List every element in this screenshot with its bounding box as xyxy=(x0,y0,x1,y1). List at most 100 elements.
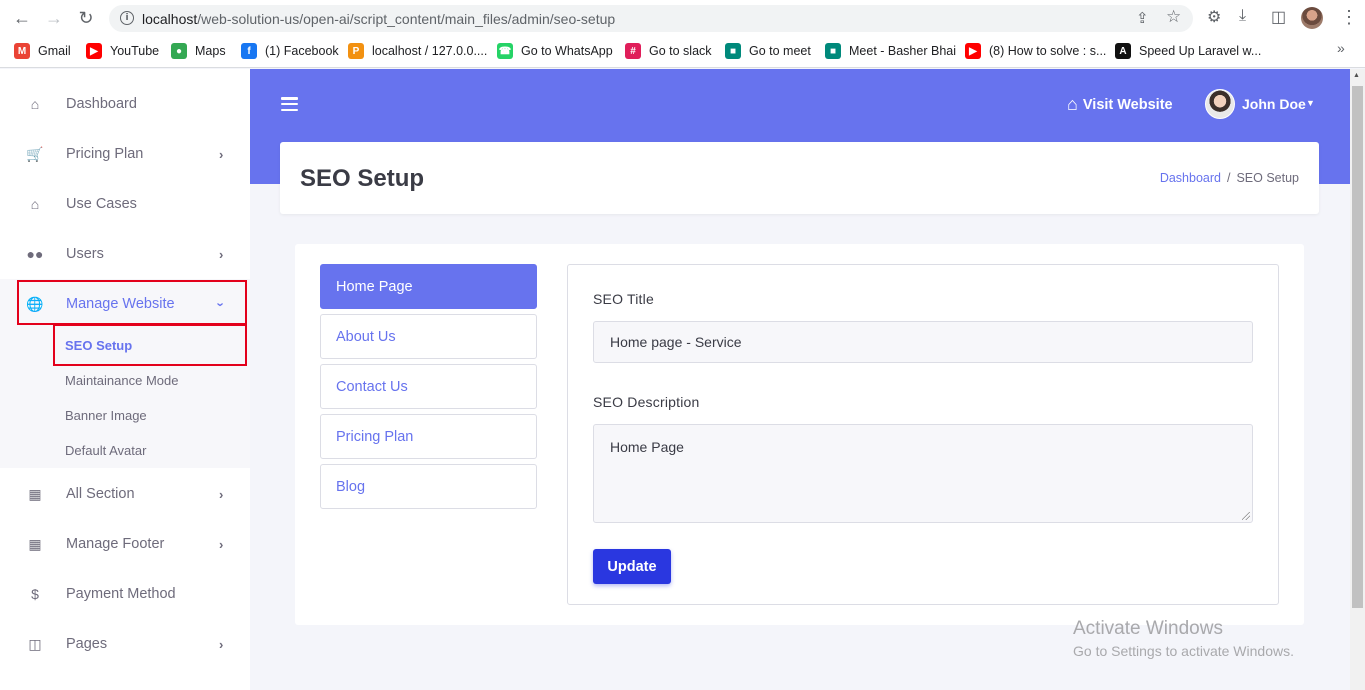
visit-website-link[interactable]: ⌂ Visit Website xyxy=(1067,94,1173,115)
bookmark-label: (1) Facebook xyxy=(265,44,339,58)
site-info-icon[interactable]: i xyxy=(120,11,134,25)
chevron-right-icon: › xyxy=(219,146,224,162)
bookmark-item[interactable]: ● Maps xyxy=(171,42,226,60)
sidebar-item-pricing-plan[interactable]: 🛒 Pricing Plan › xyxy=(0,129,250,179)
menu-toggle-icon[interactable] xyxy=(281,97,298,111)
meet-icon: ■ xyxy=(725,43,741,59)
resize-handle-icon[interactable] xyxy=(1242,512,1250,520)
page-title-card: SEO Setup Dashboard / SEO Setup xyxy=(280,142,1319,214)
dollar-icon: $ xyxy=(31,586,39,602)
submenu-item-banner-image[interactable]: Banner Image xyxy=(65,408,147,423)
bookmark-item[interactable]: A Speed Up Laravel w... xyxy=(1115,42,1261,60)
user-avatar[interactable] xyxy=(1205,89,1235,119)
seo-title-label: SEO Title xyxy=(593,291,654,307)
bookmark-label: Go to meet xyxy=(749,44,811,58)
home-icon: ⌂ xyxy=(30,96,40,112)
breadcrumb-dashboard-link[interactable]: Dashboard xyxy=(1160,171,1221,185)
slack-icon: # xyxy=(625,43,641,59)
sidebar-item-label: Payment Method xyxy=(66,586,176,602)
bookmark-star-icon[interactable]: ☆ xyxy=(1166,7,1181,27)
maps-icon: ● xyxy=(171,43,187,59)
browser-profile-avatar[interactable] xyxy=(1301,7,1323,29)
bookmark-label: Speed Up Laravel w... xyxy=(1139,44,1262,58)
update-button[interactable]: Update xyxy=(593,549,671,584)
breadcrumb-current: SEO Setup xyxy=(1236,171,1299,185)
download-icon[interactable]: ⤓ xyxy=(1239,7,1246,25)
chevron-right-icon: › xyxy=(219,636,224,652)
submenu-item-maintainance-mode[interactable]: Maintainance Mode xyxy=(65,373,178,388)
submenu-item-default-avatar[interactable]: Default Avatar xyxy=(65,443,146,458)
bookmark-label: (8) How to solve : s... xyxy=(989,44,1107,58)
user-name[interactable]: John Doe xyxy=(1242,96,1306,112)
bookmark-label: Meet - Basher Bhai xyxy=(849,44,956,58)
cart-icon: 🛒 xyxy=(26,145,44,162)
seo-title-input[interactable]: Home page - Service xyxy=(593,321,1253,363)
meet-icon: ■ xyxy=(825,43,841,59)
scrollbar-thumb[interactable] xyxy=(1352,86,1363,608)
sidebar-item-all-section[interactable]: ▦ All Section › xyxy=(0,469,250,519)
sidebar-item-label: Use Cases xyxy=(66,196,137,212)
sidebar-item-manage-footer[interactable]: ▦ Manage Footer › xyxy=(0,519,250,569)
browser-toolbar: ← → ↻ i localhost/web-solution-us/open-a… xyxy=(0,0,1365,36)
side-panel-icon[interactable]: ◫ xyxy=(1271,7,1286,27)
extensions-icon[interactable]: ⚙ xyxy=(1207,7,1221,27)
visit-website-label: Visit Website xyxy=(1082,96,1173,113)
sidebar-item-pages[interactable]: ◫ Pages › xyxy=(0,619,250,669)
bookmark-label: Go to WhatsApp xyxy=(521,44,613,58)
sidebar-item-label: Pages xyxy=(66,636,108,652)
laravel-icon: A xyxy=(1115,43,1131,59)
sidebar-item-payment-method[interactable]: $ Payment Method xyxy=(0,569,250,619)
sidebar-item-label: Pricing Plan xyxy=(66,146,144,162)
sidebar-item-dashboard[interactable]: ⌂ Dashboard xyxy=(0,79,250,129)
bookmark-item[interactable]: f (1) Facebook xyxy=(241,42,339,60)
seo-description-label: SEO Description xyxy=(593,394,700,410)
grid-icon: ▦ xyxy=(28,535,42,552)
bookmark-item[interactable]: ■ Go to meet xyxy=(725,42,811,60)
forward-arrow-icon[interactable]: → xyxy=(43,7,65,29)
whatsapp-icon: ☎ xyxy=(497,43,513,59)
tab-blog[interactable]: Blog xyxy=(320,464,537,509)
youtube-icon: ▶ xyxy=(86,43,102,59)
tab-pricing-plan[interactable]: Pricing Plan xyxy=(320,414,537,459)
bookmark-item[interactable]: ☎ Go to WhatsApp xyxy=(497,42,613,60)
back-arrow-icon[interactable]: ← xyxy=(11,7,33,29)
bookmarks-bar: M Gmail ▶ YouTube ● Maps f (1) Facebook Plocalho… xyxy=(0,36,1365,68)
chevron-right-icon: › xyxy=(219,486,224,502)
bookmark-item[interactable]: ▶ (8) How to solve : s... xyxy=(965,42,1106,60)
url-text[interactable]: localhost/web-solution-us/open-ai/script… xyxy=(142,11,615,27)
sidebar-item-label: All Section xyxy=(66,486,135,502)
reload-icon[interactable]: ↻ xyxy=(75,7,97,29)
browser-menu-icon[interactable]: ⋮ xyxy=(1340,7,1358,28)
bookmark-item[interactable]: ■ Meet - Basher Bhai xyxy=(825,42,956,60)
share-icon[interactable]: ⇪ xyxy=(1136,9,1149,27)
seo-description-textarea[interactable]: Home Page xyxy=(593,424,1253,523)
breadcrumb: Dashboard / SEO Setup xyxy=(1160,171,1299,185)
chevron-right-icon: › xyxy=(219,536,224,552)
tab-about-us[interactable]: About Us xyxy=(320,314,537,359)
url-path: /web-solution-us/open-ai/script_content/… xyxy=(197,11,616,27)
bookmark-item[interactable]: # Go to slack xyxy=(625,42,712,60)
bookmark-label: Gmail xyxy=(38,44,71,58)
highlight-manage-website xyxy=(17,280,247,325)
bookmark-label: YouTube xyxy=(110,44,160,58)
tab-home-page[interactable]: Home Page xyxy=(320,264,537,309)
bookmark-item[interactable]: M Gmail xyxy=(14,42,71,60)
caret-down-icon[interactable]: ▼ xyxy=(1306,98,1315,108)
bookmark-item[interactable]: ▶ YouTube xyxy=(86,42,159,60)
home-icon: ⌂ xyxy=(30,196,40,212)
tab-contact-us[interactable]: Contact Us xyxy=(320,364,537,409)
sidebar-item-label: Users xyxy=(66,246,104,262)
address-bar[interactable]: i localhost/web-solution-us/open-ai/scri… xyxy=(109,5,1193,32)
bookmark-item[interactable]: Plocalhost / 127.0.0.... xyxy=(348,42,487,60)
sidebar-item-use-cases[interactable]: ⌂ Use Cases xyxy=(0,179,250,229)
bookmark-label: localhost / 127.0.0.... xyxy=(372,44,488,58)
sidebar-item-users[interactable]: ●● Users › xyxy=(0,229,250,279)
home-icon: ⌂ xyxy=(1067,94,1078,114)
chevron-right-icon: › xyxy=(219,246,224,262)
bookmark-label: Maps xyxy=(195,44,226,58)
more-bookmarks-icon[interactable]: » xyxy=(1337,40,1345,56)
seo-description-value: Home Page xyxy=(610,439,684,455)
windows-activation-hint: Go to Settings to activate Windows. xyxy=(1073,643,1294,659)
scroll-up-arrow-icon[interactable]: ▲ xyxy=(1353,72,1360,79)
bookmark-label: Go to slack xyxy=(649,44,712,58)
